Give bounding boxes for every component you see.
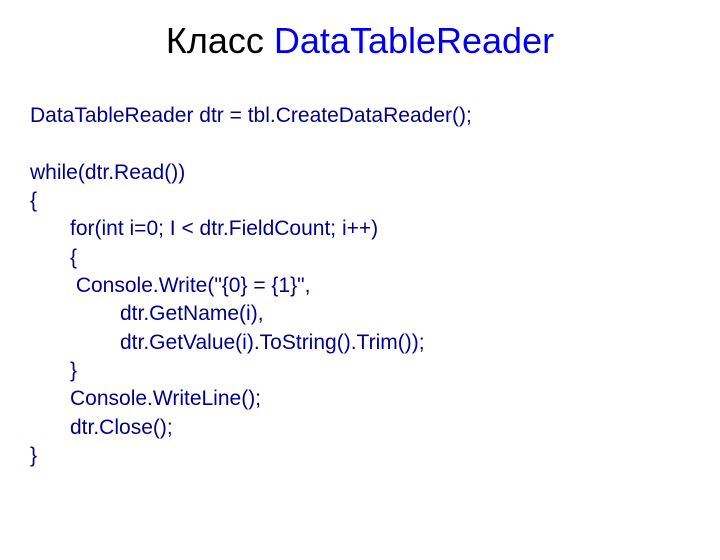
code-line-5: for(int i=0; I < dtr.FieldCount; i++) bbox=[30, 215, 720, 243]
code-line-2 bbox=[30, 130, 720, 158]
code-line-6: { bbox=[30, 244, 720, 272]
code-line-7: Console.Write("{0} = {1}", bbox=[30, 272, 720, 300]
code-line-12: dtr.Close(); bbox=[30, 414, 720, 442]
code-line-11: Console.WriteLine(); bbox=[30, 385, 720, 413]
title-highlight: DataTableReader bbox=[274, 20, 554, 61]
code-line-4: { bbox=[30, 187, 720, 215]
code-line-9: dtr.GetValue(i).ToString().Trim()); bbox=[30, 329, 720, 357]
code-line-8: dtr.GetName(i), bbox=[30, 300, 720, 328]
code-line-3: while(dtr.Read()) bbox=[30, 159, 720, 187]
code-line-1: DataTableReader dtr = tbl.CreateDataRead… bbox=[30, 102, 720, 130]
code-line-10: } bbox=[30, 357, 720, 385]
title-prefix: Класс bbox=[166, 20, 274, 61]
slide-title: Класс DataTableReader bbox=[0, 20, 720, 62]
code-block: DataTableReader dtr = tbl.CreateDataRead… bbox=[30, 102, 720, 470]
code-line-13: } bbox=[30, 442, 720, 470]
